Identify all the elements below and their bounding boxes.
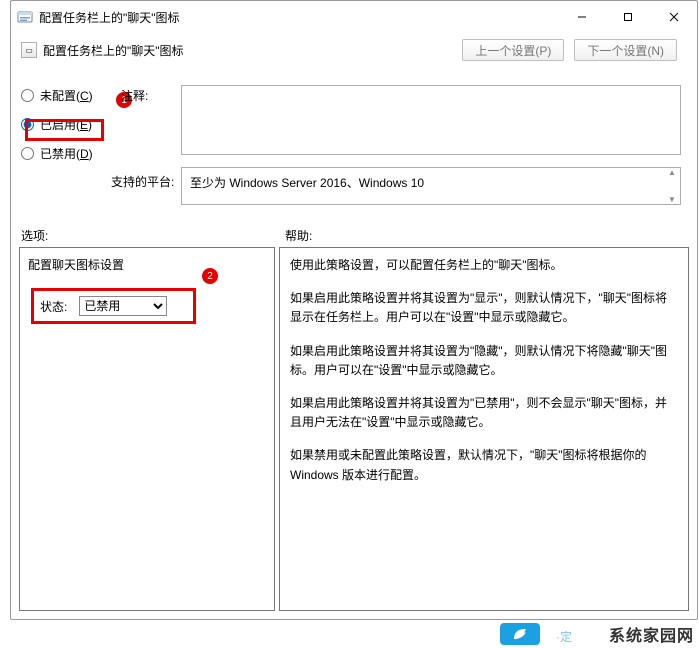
maximize-button[interactable]: [605, 1, 651, 33]
body-area: 未配置(C) 已启用(E) 已禁用(D) 1 注释: 支持的平台: 至少为 Wi…: [11, 67, 697, 619]
state-select[interactable]: 显示隐藏已禁用: [79, 296, 167, 316]
radio-disabled-input[interactable]: [21, 147, 34, 160]
note-label: 注释:: [121, 87, 148, 104]
help-panel: 使用此策略设置，可以配置任务栏上的"聊天"图标。 如果启用此策略设置并将其设置为…: [279, 247, 689, 611]
options-label: 选项:: [21, 227, 48, 244]
titlebar: 配置任务栏上的"聊天"图标: [11, 1, 697, 33]
platform-box: 至少为 Windows Server 2016、Windows 10 ▲▼: [181, 167, 681, 205]
watermark-ghost: ·定: [556, 628, 572, 645]
policy-icon: ▭: [21, 42, 37, 58]
radio-enabled-input[interactable]: [21, 118, 34, 131]
platform-scrollbar[interactable]: ▲▼: [664, 168, 680, 204]
window-frame: 配置任务栏上的"聊天"图标 ▭ 配置任务栏上的"聊天"图标 上一个设置(P) 下…: [10, 0, 698, 620]
platform-label: 支持的平台:: [111, 173, 174, 190]
platform-text: 至少为 Windows Server 2016、Windows 10: [190, 174, 424, 191]
help-p2: 如果启用此策略设置并将其设置为"显示"，则默认情况下，"聊天"图标将显示在任务栏…: [290, 289, 678, 327]
subtitlebar: ▭ 配置任务栏上的"聊天"图标 上一个设置(P) 下一个设置(N): [11, 33, 697, 67]
nav-buttons: 上一个设置(P) 下一个设置(N): [462, 39, 677, 61]
help-p3: 如果启用此策略设置并将其设置为"隐藏"，则默认情况下将隐藏"聊天"图标。用户可以…: [290, 342, 678, 380]
note-textarea[interactable]: [181, 85, 681, 155]
previous-setting-button[interactable]: 上一个设置(P): [462, 39, 564, 61]
watermark-logo: [500, 623, 540, 645]
radio-not-configured-input[interactable]: [21, 89, 34, 102]
app-icon: [17, 9, 33, 25]
minimize-button[interactable]: [559, 1, 605, 33]
help-p4: 如果启用此策略设置并将其设置为"已禁用"，则不会显示"聊天"图标，并且用户无法在…: [290, 394, 678, 432]
state-radio-group: 未配置(C) 已启用(E) 已禁用(D): [21, 87, 107, 162]
window-controls: [559, 1, 697, 33]
close-button[interactable]: [651, 1, 697, 33]
radio-enabled[interactable]: 已启用(E): [21, 116, 107, 133]
state-label: 状态:: [40, 298, 67, 315]
help-p1: 使用此策略设置，可以配置任务栏上的"聊天"图标。: [290, 256, 678, 275]
callout-2: 2: [202, 268, 218, 284]
watermark-text: 系统家园网: [609, 622, 694, 646]
next-setting-button[interactable]: 下一个设置(N): [574, 39, 677, 61]
radio-disabled[interactable]: 已禁用(D): [21, 145, 107, 162]
option-header: 配置聊天图标设置: [20, 248, 274, 281]
option-panel: 配置聊天图标设置 2 状态: 显示隐藏已禁用: [19, 247, 275, 611]
window-title: 配置任务栏上的"聊天"图标: [39, 9, 559, 26]
help-p5: 如果禁用或未配置此策略设置，默认情况下，"聊天"图标将根据你的 Windows …: [290, 446, 678, 484]
radio-not-configured[interactable]: 未配置(C): [21, 87, 107, 104]
subtitle: 配置任务栏上的"聊天"图标: [43, 42, 462, 59]
state-row: 状态: 显示隐藏已禁用: [31, 288, 196, 324]
help-label: 帮助:: [285, 227, 312, 244]
